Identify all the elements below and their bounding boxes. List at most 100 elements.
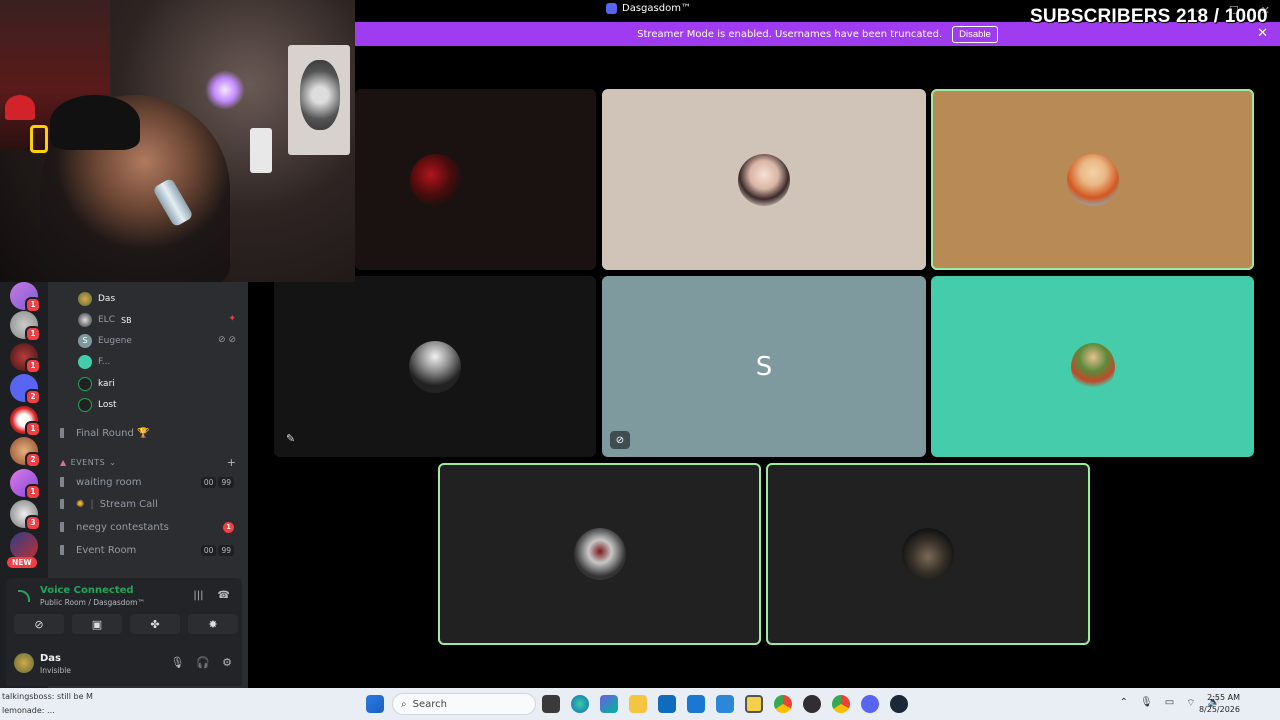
voice-tile-5[interactable]: S ⊘ [602, 276, 926, 457]
date: 8/25/2026 [1198, 705, 1240, 714]
close-icon[interactable]: ✕ [1257, 26, 1268, 41]
signal-icon[interactable] [18, 590, 30, 602]
obs-icon[interactable] [803, 695, 821, 713]
member-tag: SB [121, 315, 132, 325]
copilot-icon[interactable] [600, 695, 618, 713]
subscriber-goal-overlay: SUBSCRIBERS 218 / 1000 [1030, 6, 1268, 27]
avatar: S [78, 334, 92, 348]
headphones-icon[interactable]: 🎧 [196, 656, 210, 669]
server-icon[interactable]: 1 [10, 282, 41, 313]
member-name: Lost [98, 400, 117, 410]
member-item[interactable]: Lost [78, 396, 117, 414]
display-icon[interactable]: ▭ [1165, 697, 1174, 710]
username[interactable]: Das [40, 653, 61, 664]
voice-status[interactable]: Voice Connected [40, 585, 134, 596]
wifi-icon[interactable]: ⌔ [1186, 697, 1195, 710]
voice-tile-2[interactable] [602, 89, 926, 270]
screen-share-button[interactable]: ▣ [72, 614, 122, 634]
edge-icon[interactable] [571, 695, 589, 713]
speaker-icon [60, 545, 70, 555]
server-icon[interactable]: 3 [10, 500, 41, 531]
chat-ticker: talkingsboss: still be M lemonade: ... [2, 692, 93, 715]
speaker-icon [60, 428, 70, 438]
microphone-icon[interactable]: 🎙 [1140, 697, 1153, 710]
member-item[interactable]: Das [78, 290, 115, 308]
clock[interactable]: 2:55 AM 8/25/2026 [1199, 692, 1240, 716]
voice-tile-1[interactable] [355, 89, 596, 270]
new-badge: NEW [7, 557, 37, 568]
disable-button[interactable]: Disable [952, 25, 998, 43]
avatar [78, 313, 92, 327]
mention-badge: 1 [25, 421, 41, 437]
voice-channel-stream-call[interactable]: ✺ | Stream Call [60, 494, 240, 514]
mention-badge: 1 [25, 358, 41, 374]
voice-tile-8[interactable] [766, 463, 1090, 645]
voice-channel-neegy-contestants[interactable]: neegy contestants 1 [60, 517, 240, 537]
member-item[interactable]: ELC SB [78, 311, 132, 329]
server-icon[interactable]: 1 [10, 406, 41, 437]
speaker-icon [60, 499, 70, 509]
sun-icon: ✺ [76, 498, 85, 510]
avatar [78, 377, 92, 391]
avatar [78, 398, 92, 412]
muted-deafened-icon: ⊘ ⊘ [218, 335, 236, 345]
user-avatar [409, 153, 462, 206]
member-item[interactable]: F... [78, 353, 110, 371]
avatar[interactable] [14, 653, 34, 673]
soundboard-button[interactable]: ✸ [188, 614, 238, 634]
discord-server-icon[interactable]: 2 [10, 374, 41, 405]
mention-badge: 2 [25, 452, 41, 468]
search-box[interactable]: ⌕ Search [392, 693, 536, 715]
search-icon: ⌕ [401, 698, 407, 710]
chrome-profile-icon[interactable] [832, 695, 850, 713]
streaming-icon: ✦ [228, 314, 236, 324]
voice-location[interactable]: Public Room / Dasgasdom™ [40, 598, 145, 607]
server-icon[interactable] [10, 532, 38, 560]
voice-connected-panel: Voice Connected Public Room / Dasgasdom™… [6, 578, 242, 642]
gear-icon[interactable]: ⚙ [222, 656, 232, 669]
task-view-icon[interactable] [542, 695, 560, 713]
voice-channel-event-room[interactable]: Event Room 00 99 [60, 540, 240, 560]
chevron-up-icon[interactable]: ⌃ [1120, 697, 1128, 710]
noise-suppression-icon[interactable]: ||| [193, 590, 203, 601]
pinned-apps [542, 695, 908, 713]
member-item[interactable]: S Eugene [78, 332, 132, 350]
server-icon[interactable]: 1 [10, 343, 41, 374]
server-icon[interactable]: 1 [10, 469, 41, 500]
avatar [78, 355, 92, 369]
server-icon[interactable]: 2 [10, 437, 41, 468]
webcam-overlay [0, 0, 355, 282]
user-avatar [409, 340, 461, 393]
channel-name: neegy contestants [76, 521, 169, 533]
camera-off-button[interactable]: ⊘ [14, 614, 64, 634]
voice-tile-4[interactable]: ✎ [274, 276, 596, 457]
windows-start-icon[interactable] [366, 695, 384, 713]
windows-taskbar: talkingsboss: still be M lemonade: ... ⌕… [0, 688, 1280, 720]
voice-tile-6[interactable] [931, 276, 1254, 457]
discord-icon[interactable] [861, 695, 879, 713]
activities-button[interactable]: ✤ [130, 614, 180, 634]
speaker-icon [60, 522, 70, 532]
mention-badge: 2 [25, 389, 41, 405]
steam-icon[interactable] [890, 695, 908, 713]
user-avatar [1066, 153, 1119, 206]
store-icon[interactable] [687, 695, 705, 713]
disconnect-icon[interactable]: ☎ [218, 590, 230, 601]
app-icon[interactable] [716, 695, 734, 713]
server-icon[interactable]: 1 [10, 311, 41, 342]
chrome-icon[interactable] [774, 695, 792, 713]
notes-icon[interactable] [745, 695, 763, 713]
add-channel-icon[interactable]: + [227, 456, 236, 469]
search-placeholder: Search [412, 698, 447, 710]
member-name: kari [98, 379, 115, 389]
user-avatar [573, 528, 626, 580]
voice-channel-waiting-room[interactable]: waiting room 00 99 [60, 472, 240, 492]
voice-channel-final-round[interactable]: Final Round 🏆 [60, 423, 240, 443]
voice-tile-7[interactable] [438, 463, 761, 645]
outlook-icon[interactable] [658, 695, 676, 713]
category-events[interactable]: ▲ EVENTS ⌄ [60, 458, 116, 467]
member-item[interactable]: kari [78, 375, 115, 393]
microphone-icon[interactable]: 🎙 [170, 656, 184, 669]
file-explorer-icon[interactable] [629, 695, 647, 713]
voice-tile-3[interactable] [931, 89, 1254, 270]
